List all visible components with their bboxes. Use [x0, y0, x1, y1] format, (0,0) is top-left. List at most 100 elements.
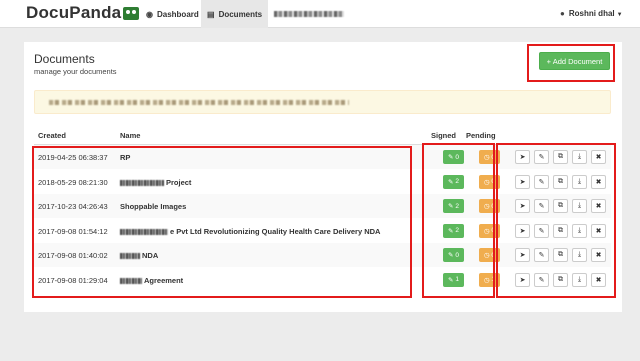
- edit-icon: ✎: [538, 252, 545, 259]
- edit-icon: ✎: [538, 227, 545, 235]
- add-document-button[interactable]: + Add Document: [539, 52, 610, 70]
- clock-icon: ◷: [483, 203, 490, 210]
- header-pending: Pending: [466, 131, 496, 140]
- edit-icon: ✎: [538, 154, 545, 161]
- edit-button[interactable]: ✎: [534, 199, 549, 213]
- trash-button[interactable]: ✖: [591, 174, 606, 189]
- redacted-text: [120, 277, 142, 284]
- download-button[interactable]: ⤓: [572, 223, 587, 238]
- document-name: Agreement: [144, 275, 184, 285]
- signed-count: 2: [455, 227, 459, 234]
- copy-icon: ⧉: [558, 177, 563, 185]
- brand-logo[interactable]: DocuPanda: [26, 3, 140, 23]
- caret-down-icon: ▼: [616, 12, 623, 18]
- edit-icon: ✎: [448, 252, 454, 259]
- trash-button[interactable]: ✖: [591, 223, 606, 238]
- signed-count: 0: [455, 251, 459, 259]
- user-menu[interactable]: ● Roshni dhal ▼: [560, 9, 623, 18]
- send-button[interactable]: ➤: [515, 272, 530, 287]
- table-row[interactable]: 2018-05-29 08:21:30 Project ✎ 2 ◷ 0 ➤ ✎ ⧉ ⤓ ✖: [34, 170, 611, 194]
- brand-name: DocuPanda: [26, 3, 122, 22]
- created-cell: 2017-09-08 01:54:12: [38, 226, 108, 236]
- nav-documents[interactable]: ▤ Documents: [201, 0, 269, 28]
- signed-badge[interactable]: ✎ 0: [443, 248, 464, 262]
- send-icon: ➤: [519, 252, 526, 259]
- copy-button[interactable]: ⧉: [553, 272, 568, 287]
- pending-badge[interactable]: ◷ 0: [479, 174, 500, 189]
- page-subtitle: manage your documents: [34, 67, 117, 76]
- nav-redacted-item[interactable]: [268, 0, 350, 28]
- pending-badge[interactable]: ◷ 0: [479, 199, 500, 213]
- signed-count: 0: [455, 153, 459, 161]
- pending-badge[interactable]: ◷ 0: [479, 248, 500, 262]
- clock-icon: ◷: [483, 227, 490, 235]
- name-cell[interactable]: e Pvt Ltd Revolutionizing Quality Health…: [120, 227, 380, 236]
- pending-badge[interactable]: ◷ 1: [479, 272, 500, 287]
- copy-button[interactable]: ⧉: [553, 223, 568, 238]
- trash-button[interactable]: ✖: [591, 272, 606, 287]
- trash-icon: ✖: [595, 276, 602, 284]
- edit-icon: ✎: [448, 203, 454, 210]
- pending-badge[interactable]: ◷ 0: [479, 150, 500, 164]
- copy-button[interactable]: ⧉: [553, 248, 568, 262]
- edit-button[interactable]: ✎: [534, 248, 549, 262]
- table-row[interactable]: 2017-09-08 01:29:04 Agreement ✎ 1 ◷ 1 ➤ ✎ ⧉ ⤓ ✖: [34, 268, 611, 292]
- copy-button[interactable]: ⧉: [553, 150, 568, 164]
- edit-button[interactable]: ✎: [534, 150, 549, 164]
- signed-badge[interactable]: ✎ 0: [443, 150, 464, 164]
- table-row[interactable]: 2017-09-08 01:40:02 NDA ✎ 0 ◷ 0 ➤ ✎ ⧉ ⤓ ✖: [34, 243, 611, 267]
- redacted-text: [274, 11, 344, 17]
- edit-icon: ✎: [538, 178, 545, 186]
- nav-dashboard[interactable]: ◉ Dashboard: [140, 0, 205, 28]
- signed-badge[interactable]: ✎ 2: [443, 199, 464, 213]
- edit-button[interactable]: ✎: [534, 174, 549, 189]
- table-row[interactable]: 2017-10-23 04:26:43 Shoppable Images ✎ 2 ◷ …: [34, 194, 611, 218]
- document-name: e Pvt Ltd Revolutionizing Quality Health…: [170, 226, 381, 236]
- document-name: NDA: [142, 251, 159, 260]
- copy-icon: ⧉: [558, 202, 563, 209]
- pending-count: 0: [491, 251, 496, 259]
- trash-button[interactable]: ✖: [591, 150, 606, 164]
- send-button[interactable]: ➤: [515, 174, 530, 189]
- redacted-text: [49, 100, 349, 105]
- trash-button[interactable]: ✖: [591, 248, 606, 262]
- table-row[interactable]: 2019-04-25 06:38:37 RP ✎ 0 ◷ 0 ➤ ✎ ⧉ ⤓ ✖: [34, 145, 611, 169]
- redacted-text: [120, 179, 164, 186]
- document-name: Project: [166, 177, 192, 187]
- send-button[interactable]: ➤: [515, 248, 530, 262]
- name-cell[interactable]: RP: [120, 153, 130, 162]
- download-button[interactable]: ⤓: [572, 174, 587, 189]
- name-cell[interactable]: Shoppable Images: [120, 202, 186, 211]
- send-icon: ➤: [519, 276, 526, 284]
- copy-button[interactable]: ⧉: [553, 174, 568, 189]
- send-icon: ➤: [519, 178, 526, 186]
- edit-button[interactable]: ✎: [534, 272, 549, 287]
- send-icon: ➤: [519, 203, 526, 210]
- signed-badge[interactable]: ✎ 2: [443, 174, 464, 189]
- redacted-text: [120, 253, 140, 260]
- header-signed: Signed: [431, 131, 457, 140]
- download-button[interactable]: ⤓: [572, 248, 587, 262]
- send-button[interactable]: ➤: [515, 223, 530, 238]
- send-icon: ➤: [519, 227, 526, 235]
- download-button[interactable]: ⤓: [572, 199, 587, 213]
- signed-badge[interactable]: ✎ 2: [443, 223, 464, 238]
- name-cell[interactable]: Agreement: [120, 276, 183, 285]
- download-button[interactable]: ⤓: [572, 272, 587, 287]
- trash-button[interactable]: ✖: [591, 199, 606, 213]
- signed-badge[interactable]: ✎ 1: [443, 272, 464, 287]
- name-cell[interactable]: Project: [120, 178, 191, 187]
- copy-button[interactable]: ⧉: [553, 199, 568, 213]
- download-button[interactable]: ⤓: [572, 150, 587, 164]
- name-cell[interactable]: NDA: [120, 251, 158, 260]
- pending-badge[interactable]: ◷ 0: [479, 223, 500, 238]
- table-row[interactable]: 2017-09-08 01:54:12 e Pvt Ltd Revolutioni…: [34, 219, 611, 243]
- send-button[interactable]: ➤: [515, 199, 530, 213]
- created-cell: 2017-09-08 01:40:02: [38, 251, 108, 260]
- download-icon: ⤓: [577, 153, 582, 160]
- panda-icon: [123, 6, 140, 20]
- edit-button[interactable]: ✎: [534, 223, 549, 238]
- signed-count: 1: [455, 276, 459, 283]
- send-icon: ➤: [519, 154, 526, 161]
- send-button[interactable]: ➤: [515, 150, 530, 164]
